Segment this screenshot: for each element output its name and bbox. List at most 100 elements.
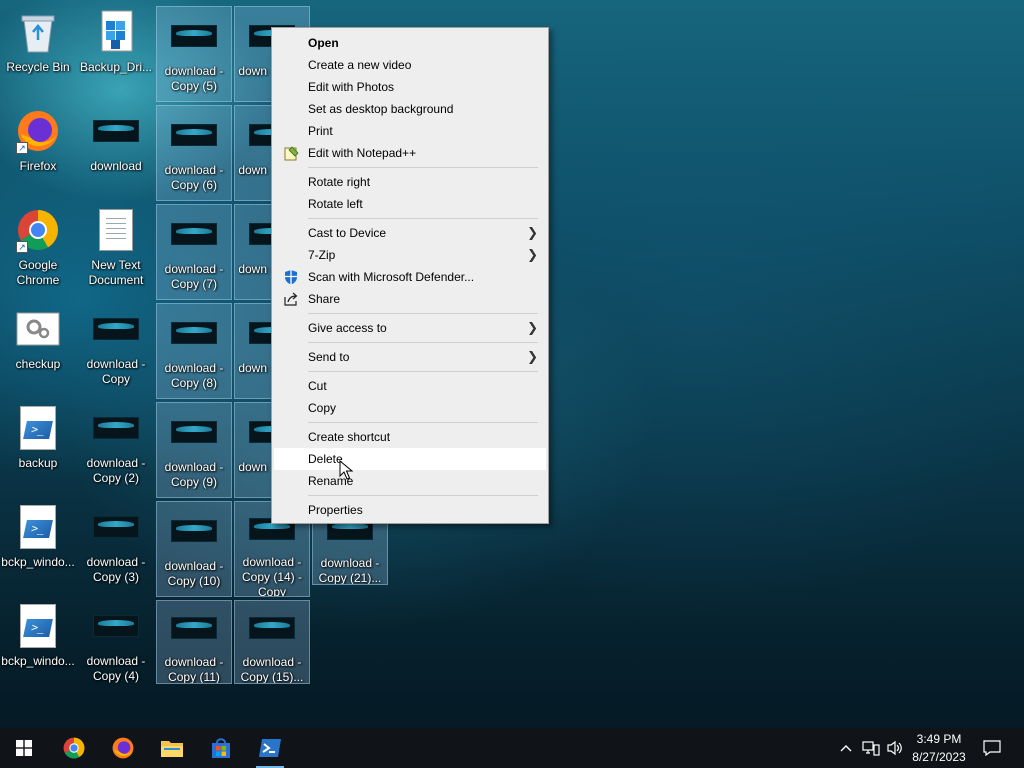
submenu-chevron-icon: ❯ xyxy=(527,225,538,240)
menu-item-print[interactable]: Print xyxy=(274,120,546,142)
taskbar-store[interactable] xyxy=(197,728,245,768)
text-document-icon xyxy=(92,206,140,254)
clock-date: 8/27/2023 xyxy=(912,750,966,764)
desktop-icon-download-copy-8[interactable]: download - Copy (8) xyxy=(156,303,232,399)
desktop-icon-download-copy-4[interactable]: download - Copy (4) xyxy=(78,597,154,693)
video-thumbnail-icon xyxy=(170,408,218,456)
menu-item-rotate-right[interactable]: Rotate right xyxy=(274,171,546,193)
menu-item-label: Edit with Notepad++ xyxy=(308,146,417,160)
desktop-icon-new-text-document[interactable]: New Text Document xyxy=(78,201,154,297)
menu-item-label: Create a new video xyxy=(308,58,412,72)
show-hidden-icons-button[interactable] xyxy=(836,728,856,768)
network-button[interactable] xyxy=(860,728,882,768)
desktop-icon-download-copy-10[interactable]: download - Copy (10) xyxy=(156,501,232,597)
menu-item-label: Rotate left xyxy=(308,197,363,211)
menu-item-copy[interactable]: Copy xyxy=(274,397,546,419)
video-thumbnail-icon xyxy=(248,606,296,651)
menu-item-label: Delete xyxy=(308,452,343,466)
recycle-bin-icon xyxy=(14,8,62,56)
menu-item-open[interactable]: Open xyxy=(274,32,546,54)
menu-item-give-access-to[interactable]: Give access to ❯ xyxy=(274,317,546,339)
menu-separator xyxy=(308,167,538,168)
desktop-icon-recycle-bin[interactable]: Recycle Bin xyxy=(0,3,76,99)
menu-item-set-desktop-background[interactable]: Set as desktop background xyxy=(274,98,546,120)
context-menu: Open Create a new video Edit with Photos… xyxy=(271,27,549,524)
menu-separator xyxy=(308,495,538,496)
video-thumbnail-icon xyxy=(170,111,218,159)
menu-item-rotate-left[interactable]: Rotate left xyxy=(274,193,546,215)
video-thumbnail-icon xyxy=(92,107,140,155)
menu-item-create-shortcut[interactable]: Create shortcut xyxy=(274,426,546,448)
menu-separator xyxy=(308,218,538,219)
submenu-chevron-icon: ❯ xyxy=(527,247,538,262)
menu-item-label: Properties xyxy=(308,503,363,517)
menu-item-label: Create shortcut xyxy=(308,430,391,444)
gear-window-icon xyxy=(14,305,62,353)
menu-item-scan-defender[interactable]: Scan with Microsoft Defender... xyxy=(274,266,546,288)
menu-item-create-new-video[interactable]: Create a new video xyxy=(274,54,546,76)
network-icon xyxy=(862,741,880,756)
start-button[interactable] xyxy=(0,728,48,768)
notepadpp-icon xyxy=(284,146,299,161)
desktop-icon-backup[interactable]: >_ backup xyxy=(0,399,76,495)
desktop-icon-download-copy[interactable]: download - Copy xyxy=(78,300,154,396)
notification-icon xyxy=(983,740,1001,756)
taskbar-file-explorer[interactable] xyxy=(148,728,196,768)
firefox-icon: ↗ xyxy=(14,107,62,155)
desktop-icon-download-copy-9[interactable]: download - Copy (9) xyxy=(156,402,232,498)
video-thumbnail-icon xyxy=(92,404,140,452)
shortcut-arrow-icon: ↗ xyxy=(16,142,28,154)
menu-item-label: Open xyxy=(308,36,339,50)
action-center-button[interactable] xyxy=(980,728,1004,768)
desktop-icon-download[interactable]: download xyxy=(78,102,154,198)
desktop-icon-download-copy-5[interactable]: download - Copy (5) xyxy=(156,6,232,102)
desktop-icon-download-copy-7[interactable]: download - Copy (7) xyxy=(156,204,232,300)
menu-item-share[interactable]: Share xyxy=(274,288,546,310)
desktop-icon-label: bckp_windo... xyxy=(1,555,75,569)
video-thumbnail-icon xyxy=(92,305,140,353)
menu-item-delete[interactable]: Delete xyxy=(274,448,546,470)
firefox-icon xyxy=(112,737,134,759)
desktop-icon-label: backup xyxy=(18,456,58,470)
shortcut-arrow-icon: ↗ xyxy=(16,241,28,253)
taskbar-chrome[interactable] xyxy=(50,728,98,768)
clock[interactable]: 3:49 PM 8/27/2023 xyxy=(900,730,978,766)
video-thumbnail-icon xyxy=(92,503,140,551)
share-icon xyxy=(284,292,298,306)
desktop-icon-firefox[interactable]: ↗ Firefox xyxy=(0,102,76,198)
menu-item-cast-to-device[interactable]: Cast to Device ❯ xyxy=(274,222,546,244)
desktop-icon-backup-dri[interactable]: Backup_Dri... xyxy=(78,3,154,99)
desktop-icon-download-copy-3[interactable]: download - Copy (3) xyxy=(78,498,154,594)
menu-item-send-to[interactable]: Send to ❯ xyxy=(274,346,546,368)
menu-separator xyxy=(308,313,538,314)
desktop-icon-label: download - Copy (7) xyxy=(164,262,224,291)
desktop-icon-download-copy-6[interactable]: download - Copy (6) xyxy=(156,105,232,201)
menu-item-label: Edit with Photos xyxy=(308,80,395,94)
menu-item-cut[interactable]: Cut xyxy=(274,375,546,397)
desktop-icon-checkup[interactable]: checkup xyxy=(0,300,76,396)
desktop-icon-download-copy-15[interactable]: download - Copy (15)... xyxy=(234,600,310,684)
taskbar-powershell[interactable] xyxy=(246,728,294,768)
menu-item-edit-with-photos[interactable]: Edit with Photos xyxy=(274,76,546,98)
desktop-icon-label: Backup_Dri... xyxy=(79,60,153,74)
desktop-icon-bckp-windo-1[interactable]: >_ bckp_windo... xyxy=(0,498,76,594)
desktop-icon-download-copy-2[interactable]: download - Copy (2) xyxy=(78,399,154,495)
menu-separator xyxy=(308,371,538,372)
desktop-icon-label: download - Copy (15)... xyxy=(240,654,304,683)
taskbar-firefox[interactable] xyxy=(99,728,147,768)
powershell-script-icon: >_ xyxy=(14,503,62,551)
desktop-icon-bckp-windo-2[interactable]: >_ bckp_windo... xyxy=(0,597,76,693)
desktop-icon-label: Firefox xyxy=(19,159,57,173)
desktop-icon-label: download - Copy (6) xyxy=(164,163,224,192)
desktop-icon-label: download xyxy=(90,159,142,173)
menu-item-properties[interactable]: Properties xyxy=(274,499,546,521)
desktop-icon-download-copy-11[interactable]: download - Copy (11) xyxy=(156,600,232,684)
menu-separator xyxy=(308,342,538,343)
menu-item-rename[interactable]: Rename xyxy=(274,470,546,492)
desktop-icon-label: bckp_windo... xyxy=(1,654,75,668)
menu-item-7zip[interactable]: 7-Zip ❯ xyxy=(274,244,546,266)
desktop-icon-label: download - Copy xyxy=(86,357,146,386)
desktop-icon-google-chrome[interactable]: ↗ Google Chrome xyxy=(0,201,76,297)
menu-item-edit-with-notepadpp[interactable]: Edit with Notepad++ xyxy=(274,142,546,164)
desktop-icon-label: download - Copy (2) xyxy=(86,456,146,485)
